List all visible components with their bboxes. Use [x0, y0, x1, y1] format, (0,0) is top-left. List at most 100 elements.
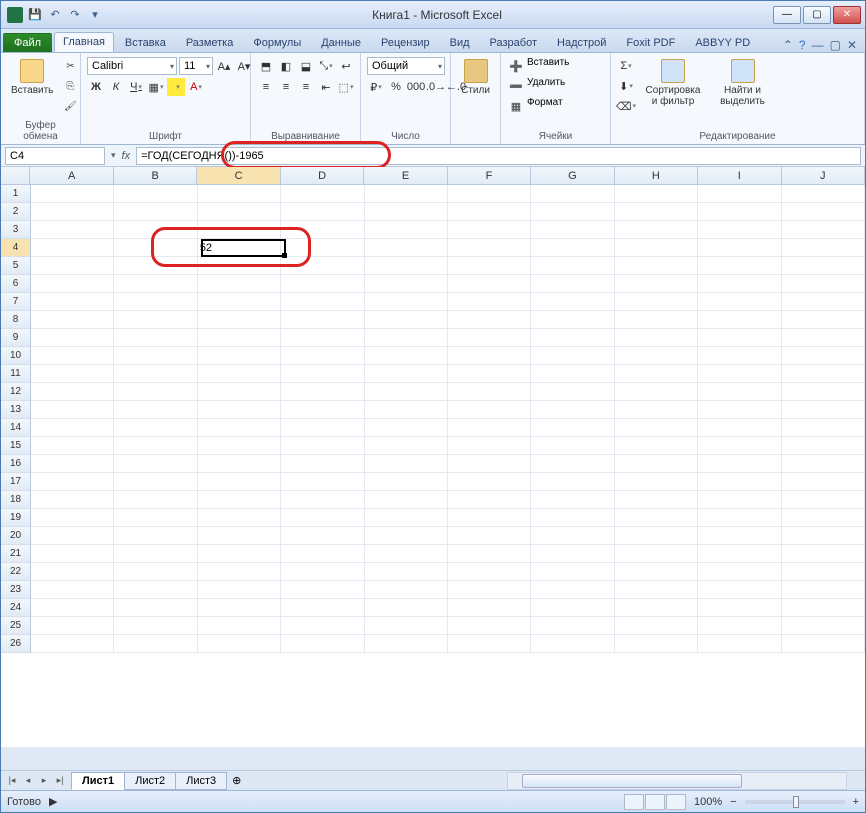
cell[interactable]	[615, 617, 698, 635]
cell[interactable]	[698, 455, 781, 473]
cell[interactable]	[615, 203, 698, 221]
zoom-thumb[interactable]	[793, 796, 799, 808]
styles-button[interactable]: Стили	[457, 57, 494, 98]
cell[interactable]	[698, 383, 781, 401]
cell[interactable]	[782, 437, 865, 455]
cell[interactable]	[615, 473, 698, 491]
col-header-G[interactable]: G	[531, 167, 614, 184]
cell[interactable]	[531, 455, 614, 473]
macro-record-icon[interactable]: ▶	[49, 795, 57, 808]
cell[interactable]	[281, 239, 364, 257]
cell[interactable]	[782, 419, 865, 437]
cell[interactable]	[31, 275, 114, 293]
cell[interactable]	[531, 275, 614, 293]
cell[interactable]	[698, 401, 781, 419]
cell[interactable]	[198, 203, 281, 221]
cell[interactable]	[531, 365, 614, 383]
cell[interactable]	[531, 203, 614, 221]
cell[interactable]	[531, 509, 614, 527]
cell[interactable]	[365, 239, 448, 257]
cell[interactable]	[198, 419, 281, 437]
paste-button[interactable]: Вставить	[7, 57, 57, 98]
cell[interactable]	[782, 599, 865, 617]
cell[interactable]	[114, 617, 197, 635]
row-header-9[interactable]: 9	[1, 329, 31, 347]
col-header-J[interactable]: J	[782, 167, 865, 184]
view-layout-icon[interactable]	[645, 794, 665, 810]
cell[interactable]	[31, 257, 114, 275]
cell[interactable]	[114, 635, 197, 653]
cell[interactable]	[615, 257, 698, 275]
col-header-H[interactable]: H	[615, 167, 698, 184]
cell[interactable]	[531, 635, 614, 653]
cell[interactable]	[114, 455, 197, 473]
cell[interactable]	[281, 455, 364, 473]
cell[interactable]	[198, 437, 281, 455]
cell[interactable]	[198, 185, 281, 203]
cell[interactable]	[31, 455, 114, 473]
cell[interactable]	[448, 365, 531, 383]
cell[interactable]	[31, 347, 114, 365]
row-header-4[interactable]: 4	[1, 239, 31, 257]
sheet-nav-next-icon[interactable]: ▸	[37, 775, 51, 786]
cell[interactable]	[365, 383, 448, 401]
cell[interactable]	[281, 581, 364, 599]
align-top-icon[interactable]: ⬒	[257, 57, 275, 75]
cell[interactable]	[698, 509, 781, 527]
cell[interactable]	[281, 401, 364, 419]
cell[interactable]	[448, 347, 531, 365]
row-header-23[interactable]: 23	[1, 581, 31, 599]
cell[interactable]	[281, 275, 364, 293]
cell[interactable]	[365, 563, 448, 581]
cell[interactable]	[448, 599, 531, 617]
cell[interactable]	[782, 383, 865, 401]
tab-formulas[interactable]: Формулы	[244, 33, 310, 52]
cell[interactable]	[31, 635, 114, 653]
cell[interactable]	[31, 185, 114, 203]
bold-button[interactable]: Ж	[87, 78, 105, 96]
cell[interactable]	[448, 185, 531, 203]
maximize-button[interactable]: ▢	[803, 6, 831, 24]
doc-close-icon[interactable]: ✕	[847, 38, 857, 52]
cell[interactable]	[198, 635, 281, 653]
cell[interactable]	[448, 491, 531, 509]
cell[interactable]	[31, 599, 114, 617]
cell[interactable]	[281, 545, 364, 563]
cell[interactable]	[114, 257, 197, 275]
row-header-18[interactable]: 18	[1, 491, 31, 509]
font-color-button[interactable]: A	[187, 78, 205, 96]
redo-icon[interactable]: ↷	[67, 7, 83, 23]
cell[interactable]	[31, 203, 114, 221]
cell[interactable]	[114, 563, 197, 581]
tab-file[interactable]: Файл	[3, 33, 52, 52]
cell[interactable]	[448, 293, 531, 311]
row-header-16[interactable]: 16	[1, 455, 31, 473]
cell[interactable]	[365, 437, 448, 455]
cell[interactable]	[281, 293, 364, 311]
cell[interactable]	[615, 383, 698, 401]
cell[interactable]	[448, 383, 531, 401]
qat-dropdown-icon[interactable]: ▾	[87, 7, 103, 23]
cell[interactable]	[365, 635, 448, 653]
cell[interactable]	[365, 293, 448, 311]
cell[interactable]	[698, 311, 781, 329]
cell[interactable]	[281, 347, 364, 365]
cell[interactable]	[114, 239, 197, 257]
cell[interactable]	[114, 311, 197, 329]
cell[interactable]	[531, 599, 614, 617]
cell[interactable]	[198, 563, 281, 581]
percent-icon[interactable]: %	[387, 78, 405, 96]
fill-icon[interactable]: ⬇	[617, 77, 635, 95]
autosum-icon[interactable]: Σ	[617, 57, 635, 75]
cell[interactable]	[114, 599, 197, 617]
cell[interactable]	[615, 329, 698, 347]
cell[interactable]	[31, 311, 114, 329]
cell[interactable]	[198, 329, 281, 347]
cell[interactable]	[782, 581, 865, 599]
row-header-24[interactable]: 24	[1, 599, 31, 617]
cell[interactable]	[365, 581, 448, 599]
cell[interactable]	[782, 455, 865, 473]
cell[interactable]	[114, 275, 197, 293]
cell[interactable]	[698, 329, 781, 347]
cell[interactable]	[615, 293, 698, 311]
